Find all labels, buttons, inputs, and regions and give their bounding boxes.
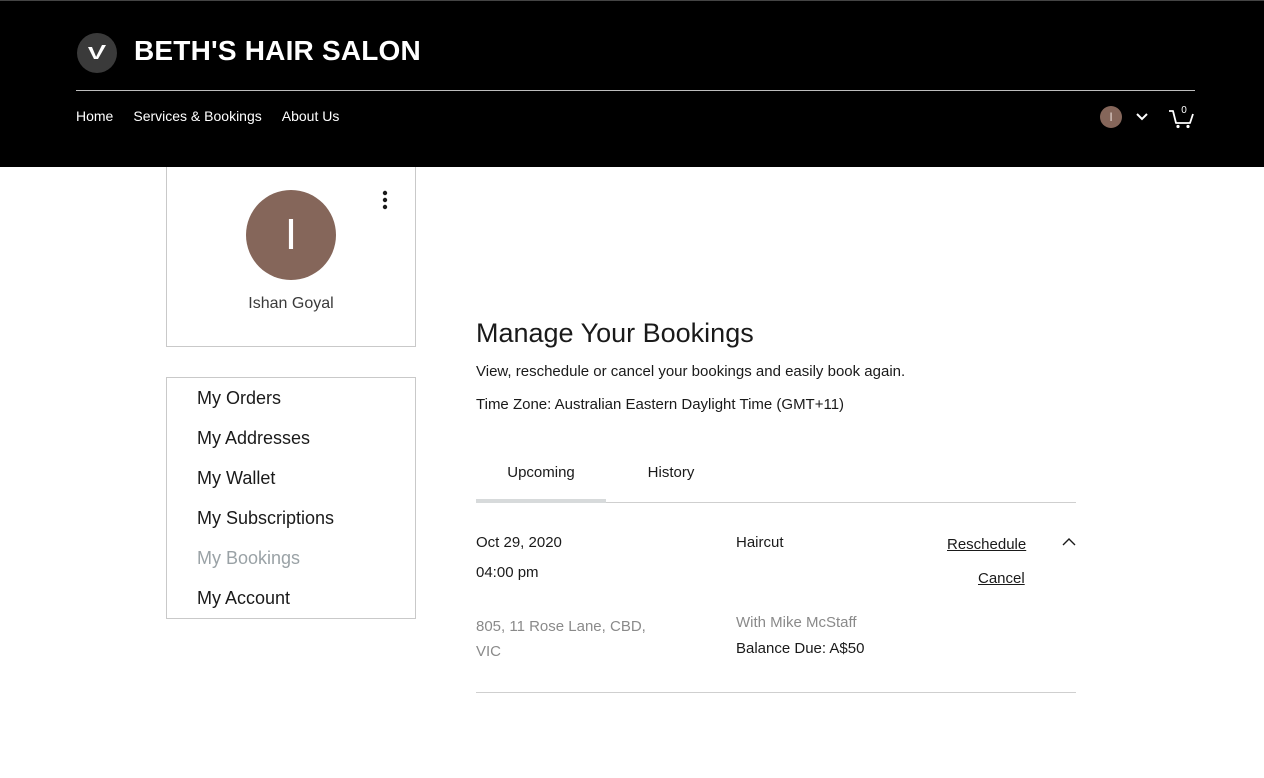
- menu-item-my-addresses[interactable]: My Addresses: [167, 426, 415, 466]
- user-menu[interactable]: I: [1100, 106, 1150, 128]
- tab-upcoming[interactable]: Upcoming: [476, 451, 606, 503]
- avatar[interactable]: I: [1100, 106, 1122, 128]
- timezone-text: Time Zone: Australian Eastern Daylight T…: [476, 396, 845, 413]
- account-side-menu: My Orders My Addresses My Wallet My Subs…: [166, 377, 416, 619]
- menu-item-my-orders[interactable]: My Orders: [167, 386, 415, 426]
- booking-staff: With Mike McStaff: [736, 614, 857, 631]
- menu-item-my-subscriptions[interactable]: My Subscriptions: [167, 506, 415, 546]
- menu-item-my-account[interactable]: My Account: [167, 586, 415, 626]
- wix-v-logo-icon[interactable]: [77, 33, 117, 73]
- reschedule-link[interactable]: Reschedule: [947, 536, 1026, 553]
- main-nav: Home Services & Bookings About Us: [76, 107, 339, 125]
- booking-address: 805, 11 Rose Lane, CBD, VIC: [476, 614, 676, 664]
- booking-date: Oct 29, 2020: [476, 534, 562, 551]
- cancel-link[interactable]: Cancel: [978, 570, 1025, 587]
- page-title: Manage Your Bookings: [476, 318, 754, 348]
- booking-address-line2: VIC: [476, 643, 502, 660]
- tab-history[interactable]: History: [606, 451, 736, 503]
- nav-services-bookings[interactable]: Services & Bookings: [133, 107, 261, 125]
- profile-name: Ishan Goyal: [248, 295, 334, 312]
- profile-avatar[interactable]: I: [246, 190, 336, 280]
- chevron-down-icon[interactable]: [1134, 109, 1150, 125]
- profile-card: I Ishan Goyal: [166, 167, 416, 347]
- site-header: BETH'S HAIR SALON Home Services & Bookin…: [0, 0, 1264, 167]
- site-title[interactable]: BETH'S HAIR SALON: [134, 34, 421, 68]
- chevron-up-icon[interactable]: [1061, 535, 1077, 549]
- menu-item-my-wallet[interactable]: My Wallet: [167, 466, 415, 506]
- cart-button[interactable]: 0: [1168, 105, 1196, 129]
- header-divider: [76, 90, 1195, 91]
- booking-service: Haircut: [736, 534, 784, 551]
- more-options-icon[interactable]: [375, 189, 395, 211]
- nav-about-us[interactable]: About Us: [282, 107, 340, 125]
- bookings-tabs: Upcoming History: [476, 451, 1076, 503]
- menu-item-my-bookings[interactable]: My Bookings: [167, 546, 415, 586]
- booking-time: 04:00 pm: [476, 564, 539, 581]
- nav-home[interactable]: Home: [76, 107, 113, 125]
- booking-address-line1: 805, 11 Rose Lane, CBD,: [476, 618, 646, 635]
- booking-item: Oct 29, 2020 04:00 pm Haircut Reschedule…: [476, 503, 1076, 693]
- booking-balance: Balance Due: A$50: [736, 640, 865, 657]
- page-subtitle: View, reschedule or cancel your bookings…: [476, 363, 906, 380]
- cart-count: 0: [1181, 105, 1187, 116]
